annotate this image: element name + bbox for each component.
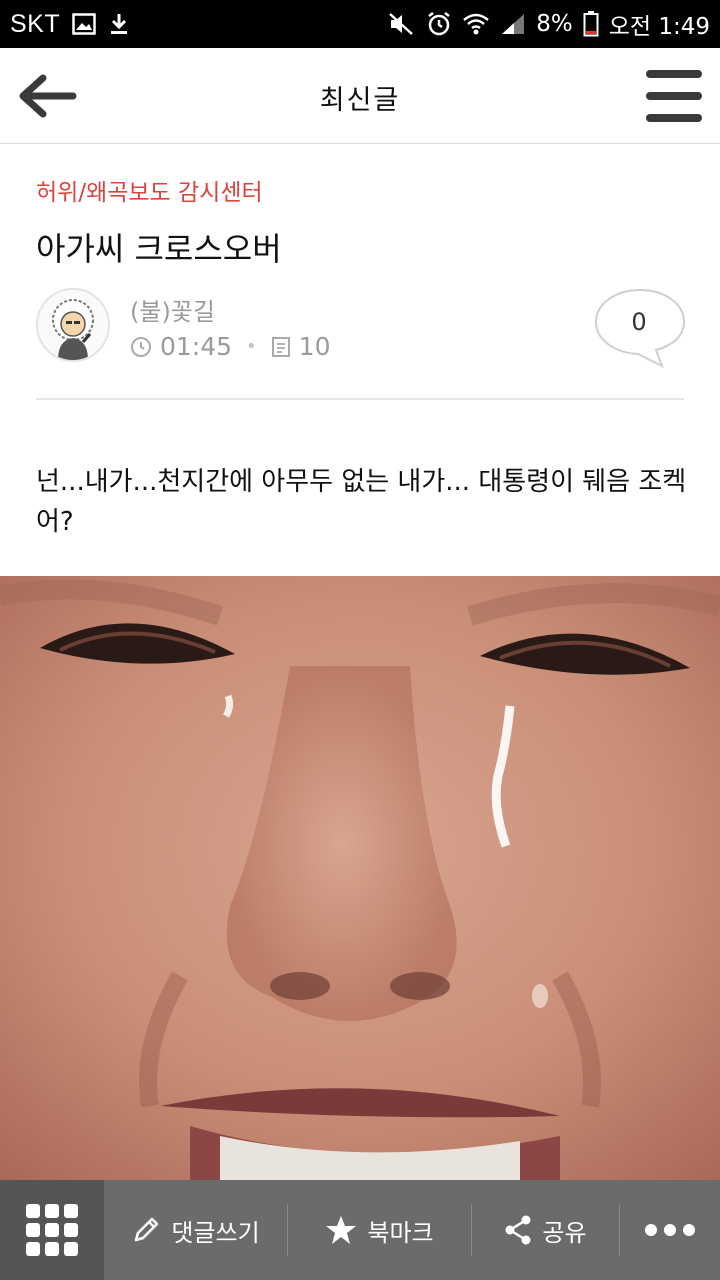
author-name[interactable]: (불)꽃길 <box>130 292 215 327</box>
download-icon <box>108 12 130 36</box>
pencil-icon <box>135 1217 159 1242</box>
star-icon <box>326 1216 357 1244</box>
post-image <box>0 576 720 1180</box>
status-bar: SKT 8% 오전 1:49 <box>0 0 720 48</box>
post-views: 10 <box>298 332 331 361</box>
bookmark-label: 북마크 <box>367 1218 434 1247</box>
battery-percent: 8% <box>536 11 573 37</box>
bottom-toolbar: 댓글쓰기 북마크 공유 <box>0 1180 720 1280</box>
signal-icon <box>500 12 526 36</box>
app-header: 최신글 <box>0 48 720 144</box>
share-label: 공유 <box>542 1218 587 1247</box>
header-divider <box>36 398 684 400</box>
grid-icon <box>26 1204 78 1256</box>
more-options-button[interactable] <box>620 1180 720 1280</box>
battery-icon <box>583 11 599 37</box>
wifi-icon <box>462 12 490 36</box>
post-time: 01:45 <box>160 332 233 361</box>
share-icon <box>505 1215 531 1245</box>
hamburger-menu-icon[interactable] <box>646 70 702 122</box>
more-dots-icon <box>645 1224 695 1236</box>
grid-menu-button[interactable] <box>0 1180 104 1280</box>
write-comment-label: 댓글쓰기 <box>171 1218 260 1247</box>
clock-icon <box>130 336 152 358</box>
share-button[interactable]: 공유 <box>472 1180 619 1280</box>
comment-count-bubble[interactable]: 0 <box>594 288 686 368</box>
meta-separator: • <box>246 336 257 357</box>
write-comment-button[interactable]: 댓글쓰기 <box>104 1180 287 1280</box>
carrier-label: SKT <box>10 9 61 38</box>
author-avatar[interactable] <box>36 288 110 362</box>
post-category[interactable]: 허위/왜곡보도 감시센터 <box>36 173 263 207</box>
alarm-icon <box>426 11 452 37</box>
post-title: 아가씨 크로스오버 <box>36 230 282 268</box>
page-title: 최신글 <box>319 85 401 116</box>
bookmark-button[interactable]: 북마크 <box>288 1180 471 1280</box>
views-icon <box>271 336 291 358</box>
image-notification-icon <box>72 13 96 35</box>
clock: 오전 1:49 <box>608 14 710 40</box>
mute-icon <box>388 12 416 36</box>
post-meta: 01:45 • 10 <box>130 332 330 361</box>
post-body-text: 넌...내가...천지간에 아무두 없는 내가... 대통령이 뒈음 조켁어? <box>36 467 687 537</box>
comment-count: 0 <box>631 308 647 336</box>
